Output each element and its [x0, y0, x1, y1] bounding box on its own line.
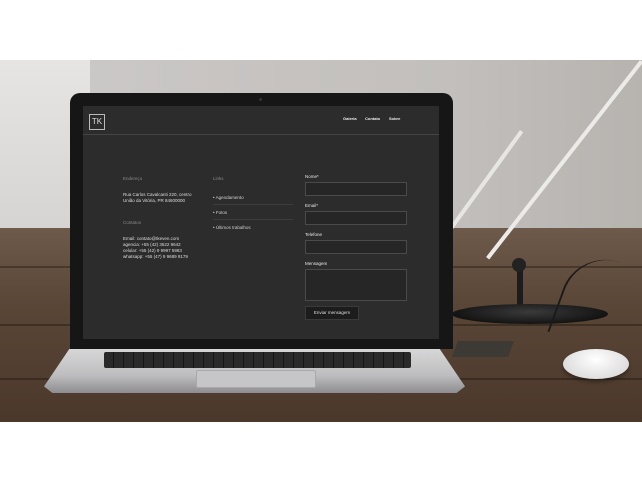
email-label: Email*	[305, 203, 319, 208]
link-divider	[213, 219, 293, 220]
name-field[interactable]	[305, 182, 407, 196]
keyboard	[104, 352, 411, 368]
links-title: Links	[213, 176, 224, 181]
send-message-button[interactable]: Enviar mensagem	[305, 306, 359, 320]
laptop-screen: TK Galeria Contato Sobre Endereço Rua Ca…	[83, 106, 439, 339]
link-fotos[interactable]: • Fotos	[213, 210, 227, 215]
phone-label: Telefone	[305, 232, 323, 237]
business-card	[452, 341, 514, 357]
address-title: Endereço	[123, 176, 143, 181]
message-label: Mensagem	[305, 261, 328, 266]
phone-field[interactable]	[305, 240, 407, 254]
lamp-joint	[512, 258, 526, 272]
site-header: TK Galeria Contato Sobre	[83, 106, 439, 135]
link-agendamento[interactable]: • Agendamento	[213, 195, 244, 200]
link-ultimos-trabalhos[interactable]: • Últimos trabalhos	[213, 225, 251, 230]
camera-icon	[259, 98, 262, 101]
email-field[interactable]	[305, 211, 407, 225]
mouse	[563, 349, 629, 379]
link-divider	[213, 204, 293, 205]
contact-whatsapp: whatsapp: +55 (47) 9 9689 9179	[123, 254, 188, 259]
nav-galeria[interactable]: Galeria	[343, 116, 357, 121]
name-label: Nome*	[305, 174, 319, 179]
nav-contato[interactable]: Contato	[365, 116, 380, 121]
address-line2: União da Vitória, PR 84600000	[123, 198, 185, 203]
contacts-title: Contatos	[123, 220, 142, 225]
nav-sobre[interactable]: Sobre	[389, 116, 400, 121]
logo[interactable]: TK	[89, 114, 105, 130]
laptop-lid: TK Galeria Contato Sobre Endereço Rua Ca…	[70, 93, 453, 349]
message-field[interactable]	[305, 269, 407, 301]
trackpad	[196, 370, 316, 388]
